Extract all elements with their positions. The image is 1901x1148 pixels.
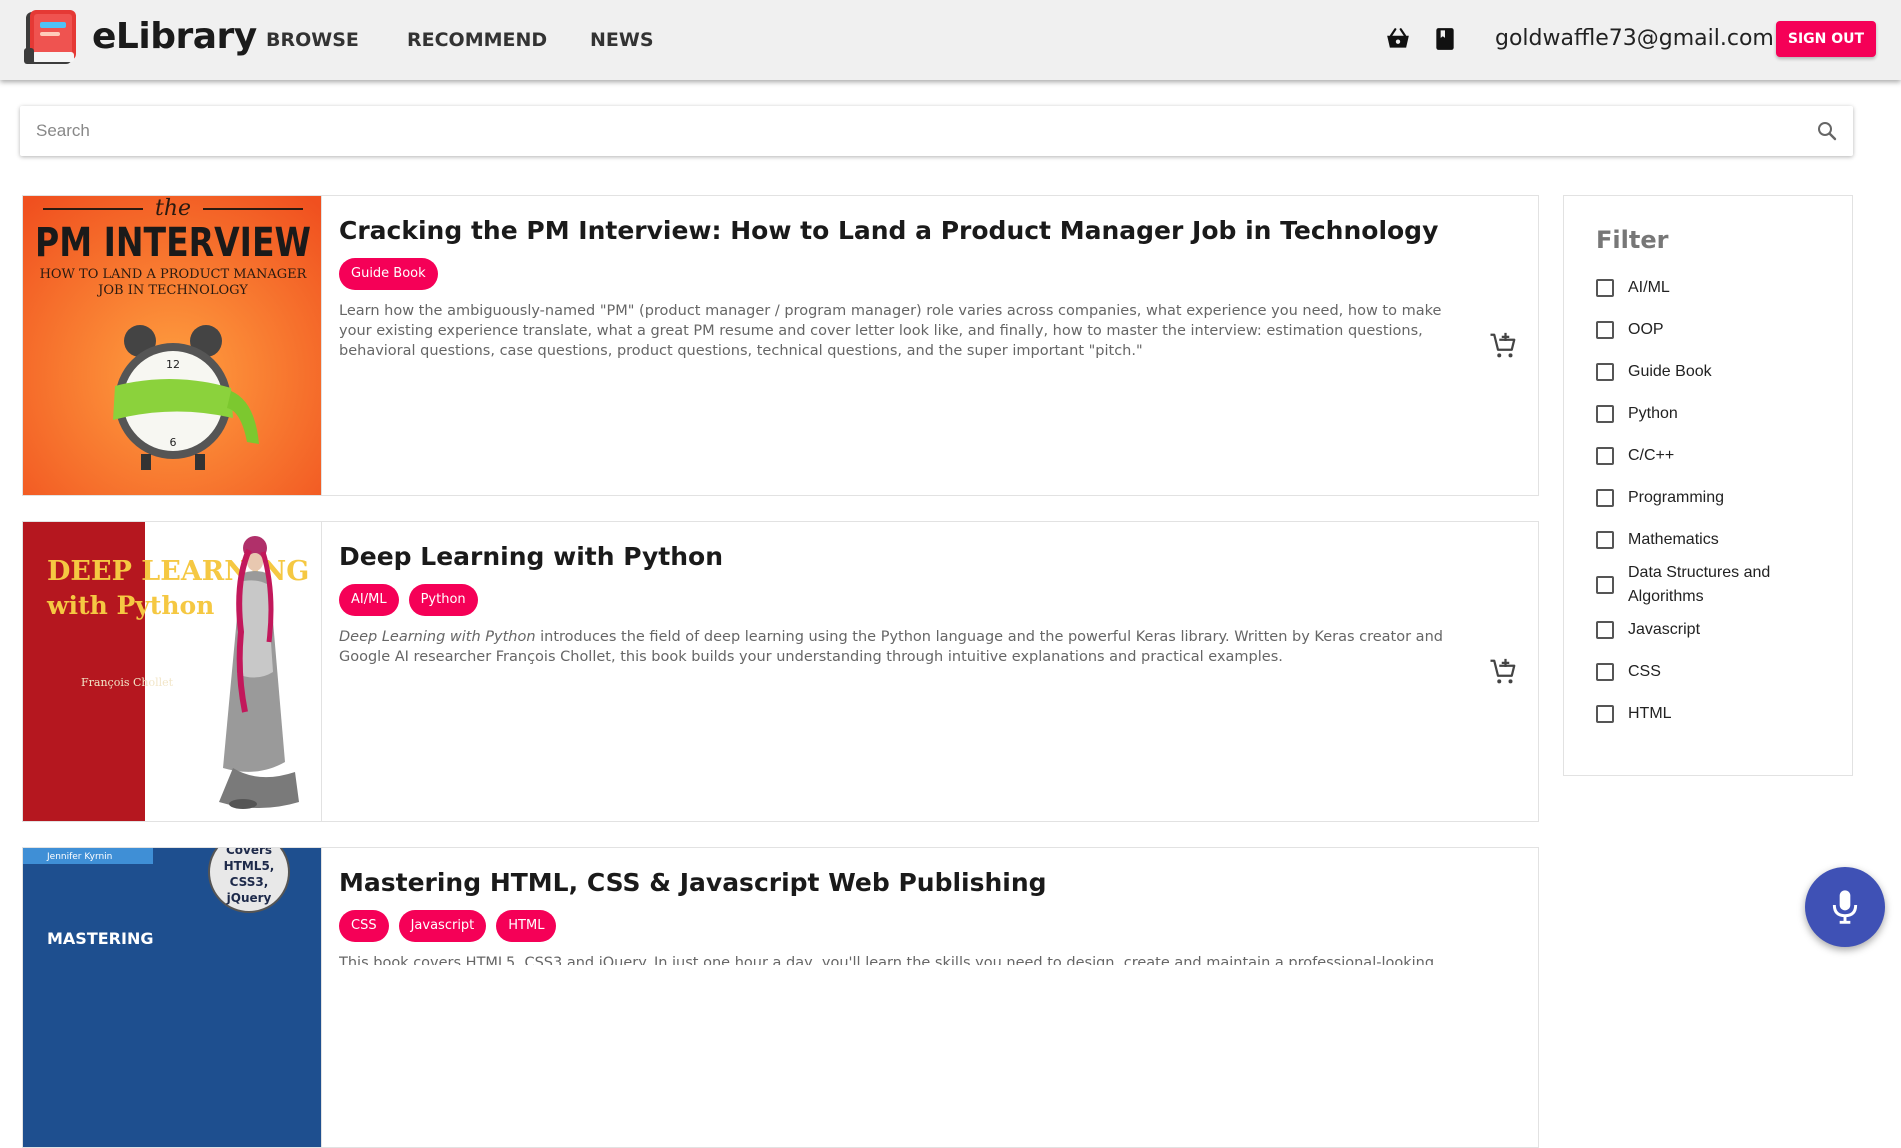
checkbox[interactable] (1596, 447, 1614, 465)
tag-chip[interactable]: Guide Book (339, 258, 438, 290)
cover-text: with Python (46, 591, 214, 620)
nav-news[interactable]: NEWS (590, 29, 654, 51)
search-input[interactable] (36, 106, 1796, 156)
filter-title: Filter (1596, 226, 1669, 254)
filter-option-label: Mathematics (1628, 531, 1719, 548)
book-description: This book covers HTML5, CSS3 and jQuery.… (339, 955, 1435, 965)
book-logo-icon[interactable] (20, 8, 82, 70)
nav-browse[interactable]: BROWSE (266, 29, 359, 51)
cover-text: Jennifer Kyrnin (46, 852, 112, 862)
filter-option-data-structures[interactable]: Data Structures and Algorithms (1596, 561, 1818, 609)
filter-option-label: Javascript (1628, 621, 1701, 638)
checkbox[interactable] (1596, 405, 1614, 423)
cover-text: HTML5, (224, 859, 275, 873)
book-card[interactable]: the PM INTERVIEW HOW TO LAND A PRODUCT M… (22, 195, 1539, 496)
cover-text: jQuery (226, 891, 272, 905)
checkbox[interactable] (1596, 279, 1614, 297)
cover-text: François Chollet (81, 676, 174, 689)
filter-option-label: Python (1628, 405, 1678, 422)
tag-chip[interactable]: CSS (339, 910, 389, 942)
book-title[interactable]: Mastering HTML, CSS & Javascript Web Pub… (339, 868, 1047, 897)
filter-option-programming[interactable]: Programming (1596, 486, 1818, 510)
filter-option-c-cpp[interactable]: C/C++ (1596, 444, 1818, 468)
nav-recommend[interactable]: RECOMMEND (407, 29, 547, 51)
add-to-cart-icon[interactable] (1488, 657, 1518, 687)
voice-search-button[interactable] (1805, 867, 1885, 947)
book-cover[interactable]: DEEP LEARNING with Python François Choll… (23, 522, 322, 821)
book-description-emphasis: Deep Learning with Python (339, 629, 536, 645)
filter-option-label: CSS (1628, 663, 1661, 680)
tag-chip[interactable]: HTML (496, 910, 557, 942)
sign-out-button[interactable]: SIGN OUT (1776, 21, 1876, 57)
book-icon[interactable] (1432, 26, 1458, 52)
checkbox[interactable] (1596, 489, 1614, 507)
cover-text: CSS3, (230, 875, 269, 889)
filter-option-label: Guide Book (1628, 363, 1712, 380)
cover-text: PM INTERVIEW (35, 220, 311, 266)
cover-text: Covers (226, 848, 272, 857)
basket-icon[interactable] (1385, 26, 1411, 52)
filter-option-guide-book[interactable]: Guide Book (1596, 360, 1818, 384)
tag-list: Guide Book (339, 258, 438, 290)
cover-text: JOB IN TECHNOLOGY (96, 283, 248, 298)
checkbox[interactable] (1596, 321, 1614, 339)
filter-panel: Filter AI/ML OOP Guide Book Python C/C++… (1563, 195, 1853, 776)
checkbox[interactable] (1596, 531, 1614, 549)
book-description: Learn how the ambiguously-named "PM" (pr… (339, 303, 1442, 359)
book-title[interactable]: Deep Learning with Python (339, 542, 723, 571)
cover-text: MASTERING (47, 929, 153, 948)
user-email: goldwaffle73@gmail.com (1495, 26, 1774, 51)
filter-option-label: HTML (1628, 705, 1672, 722)
microphone-icon (1832, 890, 1858, 924)
filter-option-label: AI/ML (1628, 279, 1670, 296)
filter-option-python[interactable]: Python (1596, 402, 1818, 426)
svg-text:12: 12 (166, 358, 180, 371)
app-name[interactable]: eLibrary (92, 16, 257, 57)
checkbox[interactable] (1596, 363, 1614, 381)
filter-option-oop[interactable]: OOP (1596, 318, 1818, 342)
checkbox[interactable] (1596, 576, 1614, 594)
tag-chip[interactable]: Python (408, 584, 478, 616)
filter-option-label: OOP (1628, 321, 1664, 338)
filter-option-mathematics[interactable]: Mathematics (1596, 528, 1818, 552)
filter-option-label: Programming (1628, 489, 1725, 506)
checkbox[interactable] (1596, 705, 1614, 723)
filter-option-html[interactable]: HTML (1596, 702, 1818, 726)
filter-option-ai-ml[interactable]: AI/ML (1596, 276, 1818, 300)
book-card[interactable]: Jennifer Kyrnin Covers HTML5, CSS3, jQue… (22, 847, 1539, 1148)
book-card[interactable]: DEEP LEARNING with Python François Choll… (22, 521, 1539, 822)
filter-option-label: Data Structures and Algorithms (1628, 564, 1771, 605)
book-cover[interactable]: the PM INTERVIEW HOW TO LAND A PRODUCT M… (23, 196, 322, 495)
tag-list: CSS Javascript HTML (339, 910, 557, 942)
filter-option-label: C/C++ (1628, 447, 1675, 464)
cover-text: HOW TO LAND A PRODUCT MANAGER (40, 267, 308, 282)
search-bar (20, 106, 1853, 156)
add-to-cart-icon[interactable] (1488, 331, 1518, 361)
search-icon[interactable] (1815, 119, 1839, 143)
book-cover[interactable]: Jennifer Kyrnin Covers HTML5, CSS3, jQue… (23, 848, 322, 1147)
app-header: eLibrary BROWSE RECOMMEND NEWS goldwaffl… (0, 0, 1901, 80)
tag-chip[interactable]: Javascript (398, 910, 487, 942)
book-title[interactable]: Cracking the PM Interview: How to Land a… (339, 216, 1438, 245)
book-description: Deep Learning with Python introduces the… (339, 627, 1454, 667)
filter-option-javascript[interactable]: Javascript (1596, 618, 1818, 642)
checkbox[interactable] (1596, 663, 1614, 681)
tag-chip[interactable]: AI/ML (339, 584, 399, 616)
cover-text: the (155, 196, 191, 221)
checkbox[interactable] (1596, 621, 1614, 639)
svg-text:6: 6 (170, 436, 177, 449)
filter-option-css[interactable]: CSS (1596, 660, 1818, 684)
tag-list: AI/ML Python (339, 584, 478, 616)
